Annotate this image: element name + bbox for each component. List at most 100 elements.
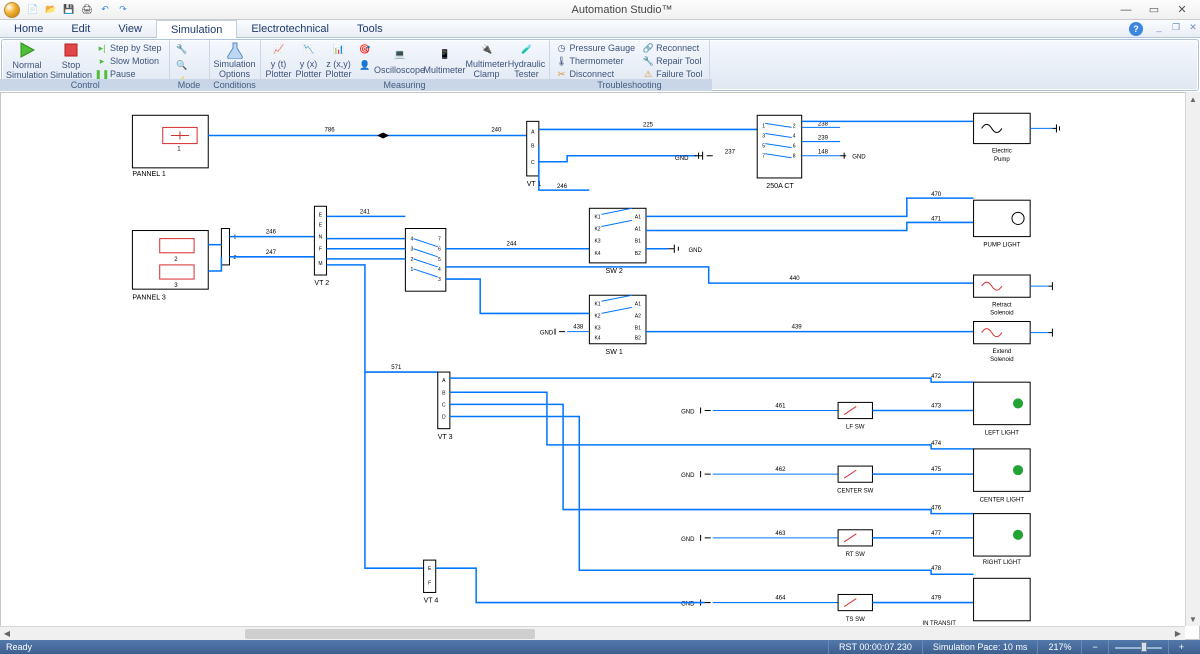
comp-right-light[interactable]: RIGHT LIGHT <box>974 514 1031 567</box>
svg-text:1: 1 <box>234 235 237 241</box>
comp-extend-solenoid[interactable]: ExtendSolenoid <box>974 322 1031 363</box>
qa-undo-icon[interactable]: ↶ <box>97 2 113 18</box>
svg-text:6: 6 <box>793 144 796 150</box>
oscilloscope-button[interactable]: 💻Oscilloscope <box>376 41 424 79</box>
close-button[interactable]: ✕ <box>1168 2 1196 18</box>
svg-text:463: 463 <box>775 531 786 537</box>
scroll-down-icon[interactable]: ▼ <box>1186 612 1200 626</box>
hscroll-thumb[interactable] <box>245 629 534 639</box>
svg-text:A1: A1 <box>635 301 641 307</box>
reconnect-button[interactable]: 🔗Reconnect <box>641 42 704 54</box>
multimeter-clamp-button[interactable]: 🔌MultimeterClamp <box>466 41 508 79</box>
doc-close-icon[interactable]: ✕ <box>1186 20 1200 34</box>
svg-text:472: 472 <box>931 374 942 380</box>
vertical-scrollbar[interactable]: ▲ ▼ <box>1185 92 1200 626</box>
qa-save-icon[interactable]: 💾 <box>61 2 77 18</box>
scroll-right-icon[interactable]: ▶ <box>1171 627 1185 641</box>
pressure-gauge-button[interactable]: ◷Pressure Gauge <box>555 42 638 54</box>
svg-text:A2: A2 <box>635 313 641 319</box>
ribbon-group-conditions: SimulationOptions Conditions <box>210 40 261 90</box>
doc-min-icon[interactable]: _ <box>1152 20 1166 34</box>
comp-electric-pump[interactable]: ElectricPump <box>974 113 1031 163</box>
svg-text:CENTER SW: CENTER SW <box>837 488 874 494</box>
comp-sw2[interactable]: K1A1 K2A1 K3B1 K4B2 SW 2 <box>589 208 646 275</box>
status-ready: Ready <box>6 642 32 652</box>
comp-vt2[interactable]: E E N F M VT 2 <box>314 206 329 287</box>
svg-text:2: 2 <box>793 123 796 129</box>
comp-vt3[interactable]: A B C D VT 3 <box>438 372 453 441</box>
scroll-up-icon[interactable]: ▲ <box>1186 92 1200 106</box>
zoom-slider[interactable] <box>1108 640 1168 654</box>
horizontal-scrollbar[interactable]: ◀ ▶ <box>0 626 1185 640</box>
thermometer-button[interactable]: 🌡Thermometer <box>555 55 638 67</box>
svg-text:TS SW: TS SW <box>846 617 865 623</box>
comp-left-light[interactable]: LEFT LIGHT <box>974 382 1031 437</box>
svg-text:244: 244 <box>506 242 517 248</box>
svg-text:3: 3 <box>762 134 765 140</box>
svg-text:SW 1: SW 1 <box>606 349 623 356</box>
ribbon: NormalSimulation StopSimulation ▸|Step b… <box>1 39 1199 91</box>
repair-tool-button[interactable]: 🔧Repair Tool <box>641 55 704 67</box>
scroll-left-icon[interactable]: ◀ <box>0 627 14 641</box>
comp-center-sw[interactable]: CENTER SW <box>837 466 874 494</box>
yt-plotter-button[interactable]: 📈y (t)Plotter <box>264 41 294 79</box>
status-zoom[interactable]: 217% <box>1037 640 1081 654</box>
diagram-canvas[interactable]: 1 PANNEL 1 786 240 A B C VT 1 225 246 23… <box>0 92 1200 640</box>
maximize-button[interactable]: ▭ <box>1140 2 1168 18</box>
tab-home[interactable]: Home <box>0 20 57 37</box>
qa-open-icon[interactable]: 📂 <box>43 2 59 18</box>
step-by-step-button[interactable]: ▸|Step by Step <box>95 42 164 54</box>
meas-extra-icon-1[interactable]: 🎯 <box>357 41 373 57</box>
qa-new-icon[interactable]: 📄 <box>25 2 41 18</box>
tab-electrotechnical[interactable]: Electrotechnical <box>237 20 343 37</box>
simulation-options-button[interactable]: SimulationOptions <box>213 41 257 79</box>
comp-pannel-3[interactable]: 2 3 PANNEL 3 <box>132 231 208 302</box>
svg-text:478: 478 <box>931 566 942 572</box>
comp-vt4[interactable]: E F VT 4 <box>424 560 439 604</box>
normal-simulation-button[interactable]: NormalSimulation <box>5 41 49 79</box>
svg-text:571: 571 <box>391 365 402 371</box>
zoom-out-button[interactable]: − <box>1081 640 1107 654</box>
svg-text:5: 5 <box>438 257 441 263</box>
gnd-symbol-8: GND <box>681 407 711 415</box>
comp-ts-sw[interactable]: TS SW <box>838 594 872 622</box>
mode-icon-1[interactable]: 🔧 <box>174 41 190 57</box>
tab-tools[interactable]: Tools <box>343 20 397 37</box>
minimize-button[interactable]: — <box>1112 2 1140 18</box>
svg-text:CENTER LIGHT: CENTER LIGHT <box>980 497 1025 503</box>
slow-motion-button[interactable]: ▸Slow Motion <box>95 55 164 67</box>
multimeter-button[interactable]: 📱Multimeter <box>424 41 466 79</box>
zxy-plotter-button[interactable]: 📊z (x,y)Plotter <box>324 41 354 79</box>
qa-print-icon[interactable]: 🖨 <box>79 2 95 18</box>
svg-text:461: 461 <box>775 403 786 409</box>
mode-icon-2[interactable]: 🔍 <box>174 57 190 73</box>
comp-pannel-1[interactable]: 1 PANNEL 1 <box>132 115 208 178</box>
comp-pump-light[interactable]: PUMP LIGHT <box>974 200 1031 249</box>
comp-connector-block[interactable]: 47 36 25 14 3 <box>405 229 445 292</box>
yx-plotter-button[interactable]: 📉y (x)Plotter <box>294 41 324 79</box>
svg-text:148: 148 <box>818 150 829 156</box>
comp-rt-sw[interactable]: RT SW <box>838 530 872 558</box>
doc-restore-icon[interactable]: ❐ <box>1169 20 1183 34</box>
comp-center-light[interactable]: CENTER LIGHT <box>974 449 1031 504</box>
tab-edit[interactable]: Edit <box>57 20 104 37</box>
qa-redo-icon[interactable]: ↷ <box>115 2 131 18</box>
comp-retract-solenoid[interactable]: RetractSolenoid <box>974 275 1031 316</box>
tab-view[interactable]: View <box>104 20 156 37</box>
comp-sw1[interactable]: K1A1 K2A2 K3B1 K4B2 SW 1 <box>589 295 646 356</box>
svg-text:B1: B1 <box>635 326 641 332</box>
hscroll-track[interactable] <box>14 628 1171 640</box>
meas-extra-icon-2[interactable]: 👤 <box>357 57 373 73</box>
terminal-block-1[interactable] <box>221 229 229 265</box>
pause-icon: ❚❚ <box>97 69 107 79</box>
tab-simulation[interactable]: Simulation <box>156 20 237 38</box>
stop-simulation-button[interactable]: StopSimulation <box>49 41 93 79</box>
help-button[interactable]: ? <box>1123 20 1149 37</box>
comp-250a-ct[interactable]: 12 34 56 78 250A CT <box>757 115 801 190</box>
comp-lf-sw[interactable]: LF SW <box>838 402 872 430</box>
svg-text:K3: K3 <box>594 239 600 245</box>
svg-text:Electric: Electric <box>992 149 1012 155</box>
svg-text:K1: K1 <box>594 301 600 307</box>
zoom-in-button[interactable]: + <box>1168 640 1194 654</box>
hydraulic-tester-button[interactable]: 🧪HydraulicTester <box>508 41 546 79</box>
